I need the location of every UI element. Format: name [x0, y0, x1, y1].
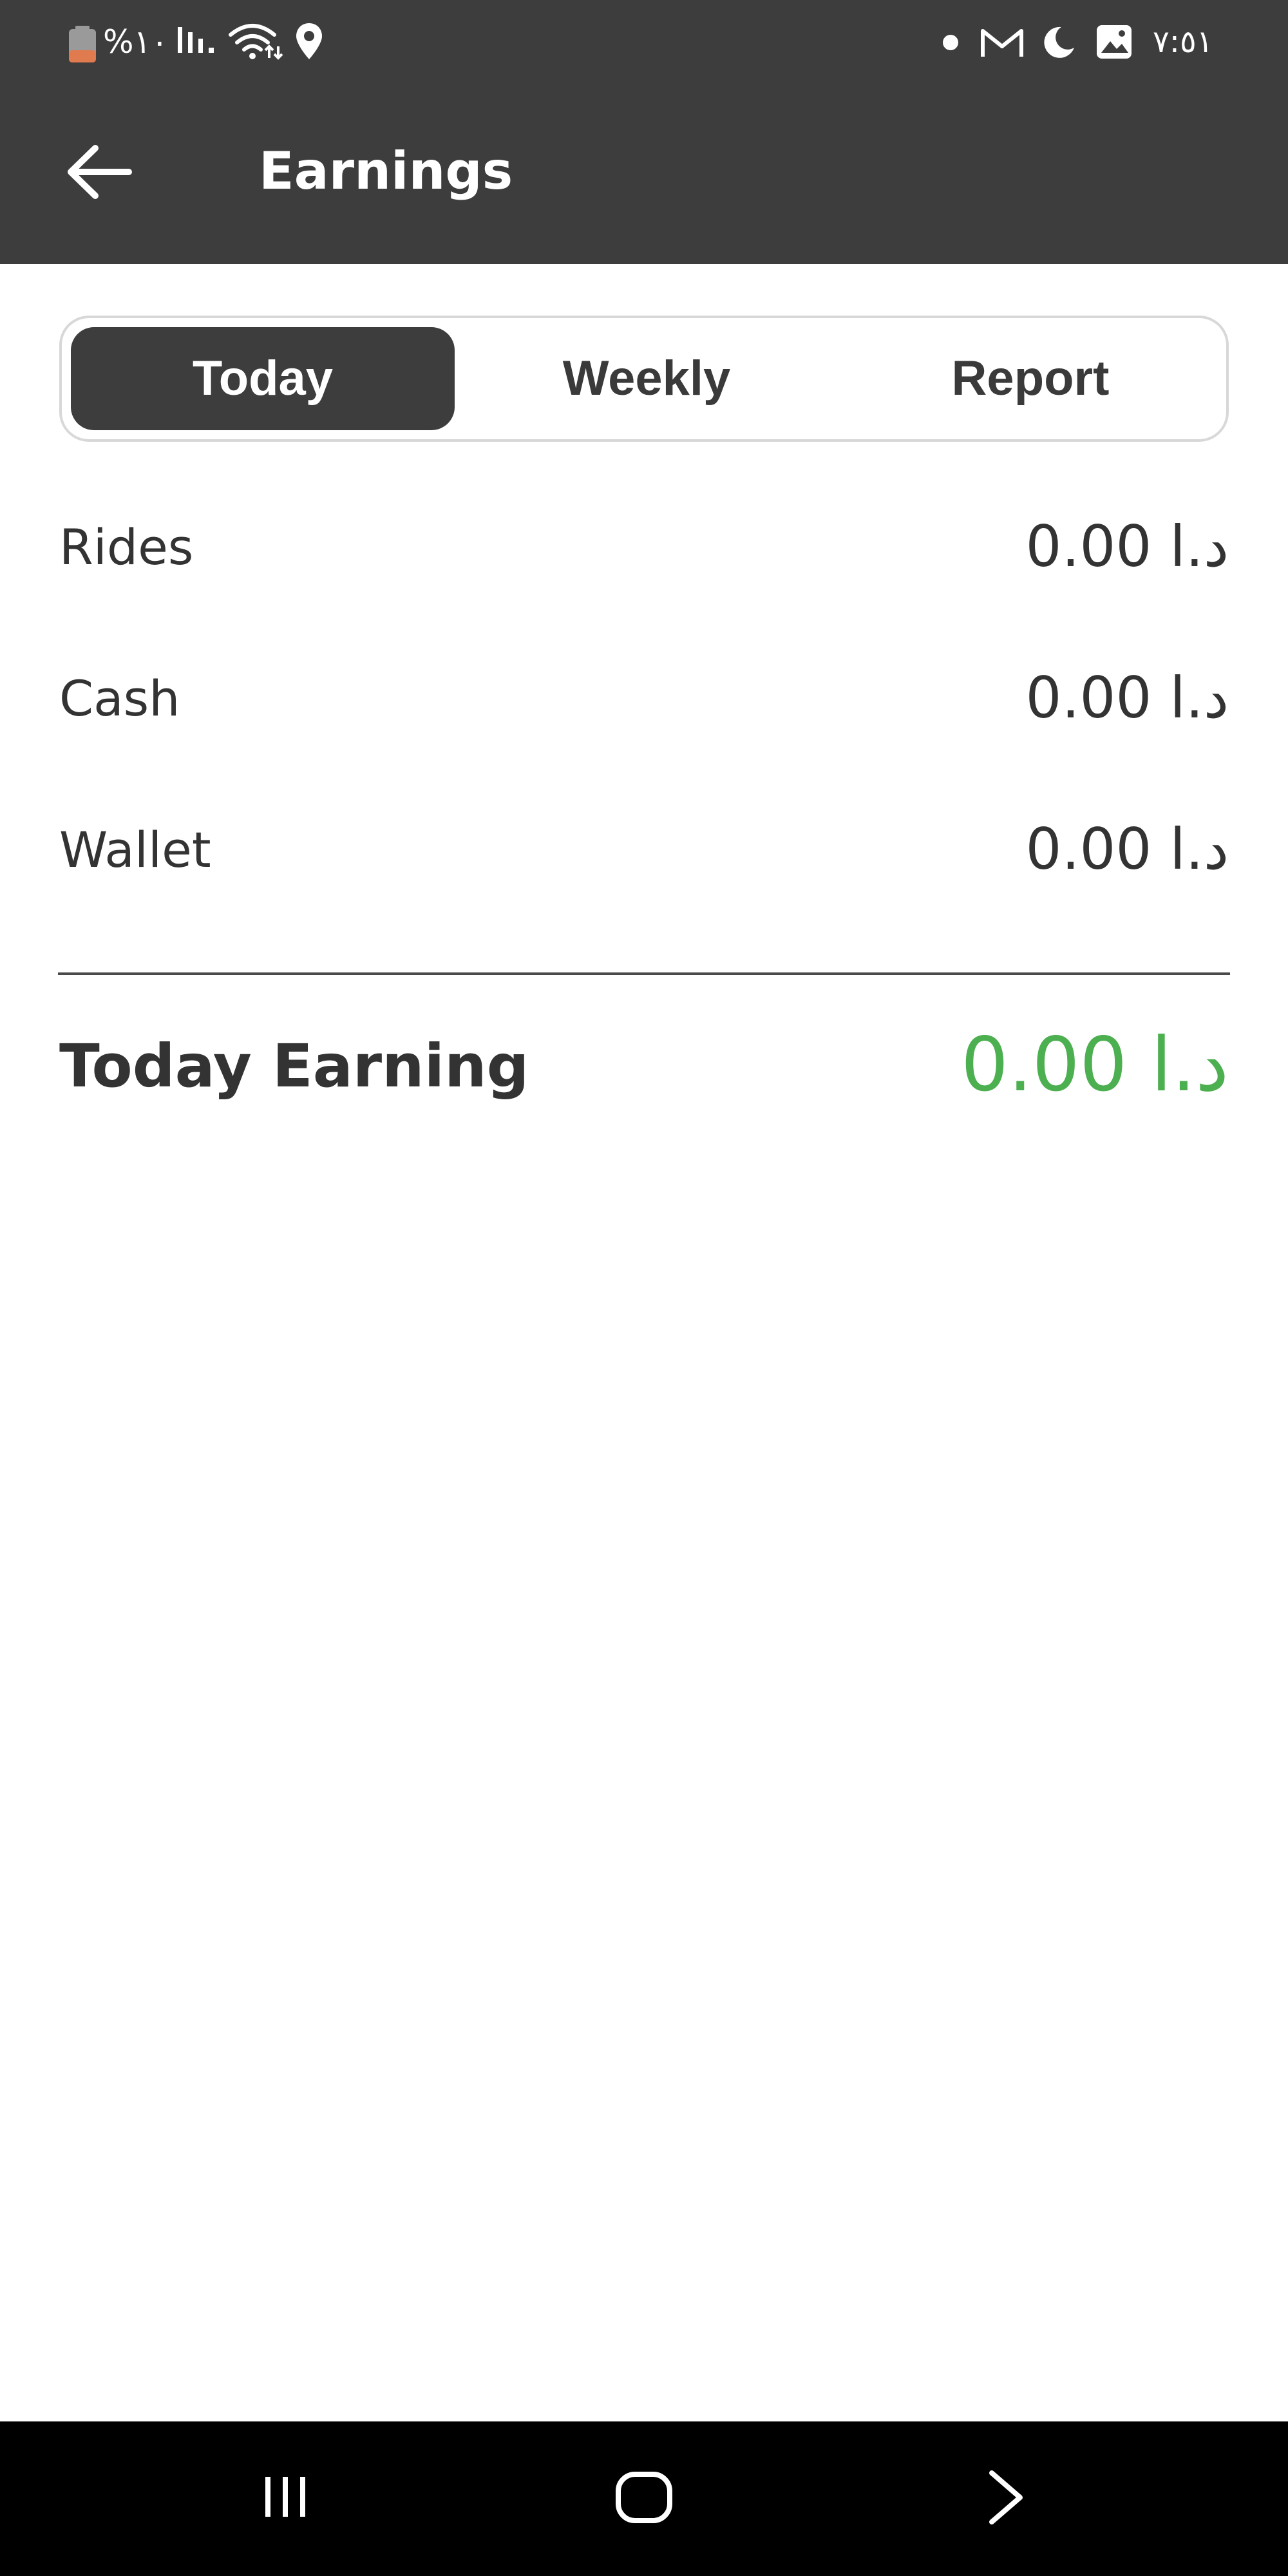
cash-label: Cash: [59, 670, 180, 727]
battery-icon: [69, 26, 96, 62]
today-earning-label: Today Earning: [59, 1032, 529, 1101]
status-bar: %١٠ ٧:٥١: [0, 0, 1288, 84]
tab-report[interactable]: Report: [838, 327, 1222, 430]
wallet-value: 0.00 د.ا: [1025, 816, 1229, 882]
tab-today[interactable]: Today: [71, 327, 455, 430]
earnings-screen: %١٠ ٧:٥١ Earnings Today Weekly Report Ri…: [0, 0, 1288, 2576]
system-nav-bar: [0, 2421, 1288, 2576]
notification-dot-icon: [943, 35, 958, 50]
earnings-period-tabs: Today Weekly Report: [59, 316, 1229, 442]
location-icon: [296, 23, 322, 59]
battery-percentage: %١٠: [103, 23, 169, 61]
wifi-icon: [229, 24, 283, 60]
home-icon[interactable]: [613, 2467, 675, 2528]
cash-value: 0.00 د.ا: [1025, 665, 1229, 731]
do-not-disturb-moon-icon: [1044, 26, 1074, 58]
status-clock: ٧:٥١: [1153, 24, 1213, 60]
divider: [58, 972, 1230, 975]
gallery-icon: [1097, 25, 1132, 59]
app-bar: Earnings: [0, 84, 1288, 264]
rides-label: Rides: [59, 518, 194, 576]
signal-icon: [178, 27, 214, 53]
gmail-icon: [981, 29, 1023, 57]
page-title: Earnings: [259, 141, 513, 201]
back-chevron-icon[interactable]: [980, 2467, 1032, 2528]
rides-value: 0.00 د.ا: [1025, 513, 1229, 580]
wallet-label: Wallet: [59, 821, 211, 878]
today-earning-value: 0.00 د.ا: [961, 1021, 1229, 1108]
arrow-left-icon[interactable]: [64, 143, 135, 201]
recents-icon[interactable]: [256, 2468, 314, 2526]
tab-weekly[interactable]: Weekly: [455, 327, 838, 430]
